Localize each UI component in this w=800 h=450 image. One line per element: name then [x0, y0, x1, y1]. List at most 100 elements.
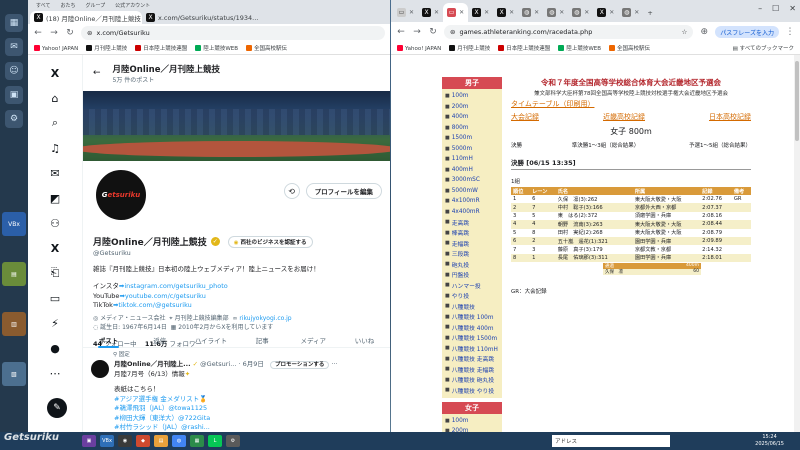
sidebar-event-item[interactable]: ■ 八種競技 110mH [442, 343, 502, 354]
communities-icon[interactable]: ⚇ [47, 215, 63, 231]
sidebar-event-item[interactable]: ■ 走高跳 [442, 217, 502, 228]
bookmark-ekiden[interactable]: 全国高校駅伝 [246, 44, 287, 52]
all-bookmarks-folder[interactable]: ▤ すべてのブックマーク [733, 44, 794, 52]
tab-7[interactable]: ◍ ✕ [543, 3, 568, 22]
tab-posts[interactable]: ポスト [83, 330, 134, 348]
pinned-tweet[interactable]: ⚲ 固定 月陸Online／月刊陸上... ✓ @Getsuri... · 6月… [91, 352, 384, 432]
sidebar-event-item[interactable]: ■ 5000m [442, 144, 502, 155]
sidebar-event-item[interactable]: ■ 400mH [442, 165, 502, 176]
close-tab-icon[interactable]: ✕ [459, 9, 464, 16]
grok-icon[interactable]: ◩ [47, 190, 63, 206]
taskbar-chrome-icon[interactable]: ◍ [172, 435, 186, 447]
close-tab-icon[interactable]: ✕ [434, 9, 439, 16]
dock-folder-icon[interactable]: ▣ [5, 86, 23, 104]
bookmark-yahoo[interactable]: Yahoo! JAPAN [34, 44, 78, 52]
more-circle-icon[interactable]: ⋯ [47, 365, 63, 381]
sidebar-event-item[interactable]: ■ 3000mSC [442, 175, 502, 186]
close-window-icon[interactable]: ✕ [789, 4, 796, 13]
tab-4[interactable]: X ✕ [468, 3, 493, 22]
youtube-link[interactable]: youtube.com/c/getsuriku [125, 292, 206, 300]
taskbar-app-icon[interactable]: VBx [100, 435, 114, 447]
tiktok-link[interactable]: tiktok.com/@getsuriku [118, 301, 191, 309]
taskbar-app-icon[interactable]: ◉ [118, 435, 132, 447]
close-tab-icon[interactable]: ✕ [409, 9, 414, 16]
sidebar-event-item[interactable]: ■ 100m [442, 91, 502, 102]
kinki-record-link[interactable]: 近畿高校記録 [603, 112, 645, 122]
passphrase-button[interactable]: パスフレーズを入力 [715, 26, 779, 38]
site-info-icon[interactable]: ⊜ [450, 28, 455, 36]
dock-settings-icon[interactable]: ⚙ [5, 110, 23, 128]
close-tab-icon[interactable]: ✕ [609, 9, 614, 16]
bookmark-getsuriku[interactable]: 月刊陸上競技 [86, 44, 127, 52]
verify-business-button[interactable]: ◉ 西社のビジネスを認証する [227, 235, 313, 248]
taskbar-app-icon[interactable]: ⚙ [226, 435, 240, 447]
desktop-folder-icon[interactable]: ▥ [2, 312, 26, 336]
maximize-icon[interactable]: ☐ [772, 4, 779, 13]
edit-profile-button[interactable]: プロフィールを編集 [305, 183, 382, 199]
filter-official[interactable]: 公式アカウント [115, 2, 150, 10]
taskbar-app-icon[interactable]: ▣ [82, 435, 96, 447]
reload-icon[interactable]: ↻ [428, 27, 438, 37]
tweet-author[interactable]: 月陸Online／月刊陸上... [114, 360, 191, 368]
tab-replies[interactable]: 返信 [134, 330, 185, 347]
sidebar-event-item[interactable]: ■ 八種競技 砲丸投 [442, 375, 502, 386]
close-tab-icon[interactable]: ✕ [534, 9, 539, 16]
sidebar-event-item[interactable]: ■ 走幅跳 [442, 238, 502, 249]
tab-highlights[interactable]: ハイライト [185, 330, 236, 347]
bookmark-rikujo-web[interactable]: 陸上競技WEB [558, 44, 601, 52]
x-logo-icon[interactable]: X [47, 65, 63, 81]
more-options-icon[interactable]: ··· [331, 360, 337, 368]
taskbar-line-icon[interactable]: L [208, 435, 222, 447]
desktop-doc-icon[interactable]: ▧ [2, 362, 26, 386]
vertical-scrollbar[interactable] [794, 55, 800, 432]
profile-person-icon[interactable]: ● [47, 340, 63, 356]
meet-record-link[interactable]: 大会記録 [511, 112, 539, 122]
close-tab-icon[interactable]: ✕ [509, 9, 514, 16]
sidebar-event-item[interactable]: ■ 八種競技 1500m [442, 333, 502, 344]
dock-user-icon[interactable]: ☺ [5, 62, 23, 80]
back-arrow-icon[interactable]: ← [396, 27, 406, 37]
desktop-app-icon[interactable]: VBx [2, 212, 26, 236]
tab-9[interactable]: X ✕ [593, 3, 618, 22]
tab-articles[interactable]: 記事 [237, 330, 288, 347]
tweet-avatar[interactable] [91, 359, 109, 378]
filter-friends[interactable]: おたち [60, 2, 75, 10]
bookmark-rikujo-web[interactable]: 陸上競技WEB [195, 44, 238, 52]
sidebar-event-item[interactable]: ■ 八種競技 やり投 [442, 385, 502, 396]
tab-x-status[interactable]: X x.com/Getsuriku/status/1934... [142, 11, 282, 24]
address-bar[interactable]: ⊜ games.athleteranking.com/racedata.php … [444, 25, 694, 39]
taskbar-app-icon[interactable]: ◆ [136, 435, 150, 447]
verified-badge-icon[interactable]: ✓ [210, 237, 220, 246]
dock-grid-icon[interactable]: ▦ [5, 14, 23, 32]
verified-orgs-icon[interactable]: ⚡ [47, 315, 63, 331]
sidebar-event-item[interactable]: ■ 砲丸投 [442, 259, 502, 270]
bookmark-star-icon[interactable]: ☆ [681, 28, 687, 36]
tab-race-data[interactable]: ▭ ✕ [443, 3, 469, 22]
tab-8[interactable]: ◍ ✕ [568, 3, 593, 22]
sidebar-event-item[interactable]: ■ 400m [442, 112, 502, 123]
sidebar-event-item[interactable]: ■ 4x100mR [442, 196, 502, 207]
bookmark-ekiden[interactable]: 全国高校駅伝 [609, 44, 650, 52]
sidebar-event-item[interactable]: ■ 4x400mR [442, 207, 502, 218]
bookmark-yahoo[interactable]: Yahoo! JAPAN [397, 44, 441, 52]
sidebar-event-item[interactable]: ■ 100m [442, 416, 502, 427]
sidebar-event-item[interactable]: ■ やり投 [442, 291, 502, 302]
forward-arrow-icon[interactable]: → [49, 28, 59, 38]
close-tab-icon[interactable]: ✕ [559, 9, 564, 16]
tweet-line-7[interactable]: #村竹ラシッド（JAL）@rashi... [114, 423, 384, 432]
profile-website[interactable]: rikujyokyogi.co.jp [239, 315, 291, 322]
semifinal-link[interactable]: 準決勝1～3組（総合結果） [572, 141, 640, 149]
tab-6[interactable]: ◍ ✕ [518, 3, 543, 22]
tweet-line-6[interactable]: #柳田大輝（東洋大）@722Gita [114, 414, 384, 423]
sidebar-event-item[interactable]: ■ 800m [442, 123, 502, 134]
bookmarks-icon[interactable]: ⎗ [47, 265, 63, 281]
tab-10[interactable]: ◍ ✕ [618, 3, 643, 22]
dock-chat-icon[interactable]: ✉ [5, 38, 23, 56]
timetable-link[interactable]: タイムテーブル（印刷用） [511, 100, 594, 108]
notifications-bell-icon[interactable]: ♫ [47, 140, 63, 156]
sidebar-event-item[interactable]: ■ 1500m [442, 133, 502, 144]
home-icon[interactable]: ⌂ [47, 90, 63, 106]
final-round-link[interactable]: 決勝 [511, 141, 522, 149]
japan-record-link[interactable]: 日本高校記録 [709, 112, 751, 122]
tab-1[interactable]: ▭ ✕ [393, 3, 418, 22]
